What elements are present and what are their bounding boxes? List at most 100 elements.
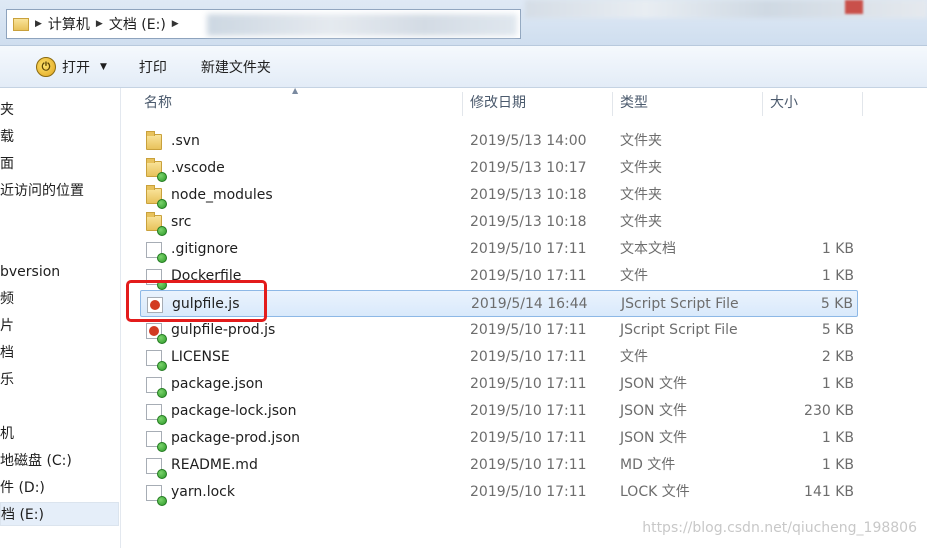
svn-status-check-icon bbox=[157, 172, 167, 182]
new-folder-button[interactable]: 新建文件夹 bbox=[189, 52, 283, 82]
column-name[interactable]: 名称 bbox=[136, 88, 462, 118]
file-icon bbox=[146, 458, 167, 479]
chevron-right-icon[interactable]: ▶ bbox=[96, 19, 103, 29]
file-row[interactable]: LICENSE 2019/5/10 17:11 文件 2 KB bbox=[140, 344, 858, 371]
open-button-label: 打开 bbox=[62, 59, 90, 76]
file-name: .svn bbox=[171, 133, 200, 149]
nav-item-music[interactable]: 乐 bbox=[0, 368, 119, 392]
file-icon bbox=[146, 404, 167, 425]
file-row[interactable]: package.json 2019/5/10 17:11 JSON 文件 1 KB bbox=[140, 371, 858, 398]
file-size: 1 KB bbox=[821, 268, 854, 284]
file-type: MD 文件 bbox=[620, 457, 676, 473]
file-type: JScript Script File bbox=[620, 322, 738, 338]
file-type: 文件夹 bbox=[620, 214, 662, 230]
print-button-label: 打印 bbox=[138, 59, 167, 76]
svn-status-check-icon bbox=[157, 496, 167, 506]
file-type: 文件夹 bbox=[620, 187, 662, 203]
close-button[interactable] bbox=[845, 0, 863, 14]
file-row[interactable]: README.md 2019/5/10 17:11 MD 文件 1 KB bbox=[140, 452, 858, 479]
file-type: 文件 bbox=[620, 268, 648, 284]
nav-item-drive-d[interactable]: 件 (D:) bbox=[0, 476, 119, 500]
file-date-modified: 2019/5/13 10:18 bbox=[470, 187, 587, 203]
file-row[interactable]: .svn 2019/5/13 14:00 文件夹 bbox=[140, 128, 858, 155]
watermark: https://blog.csdn.net/qiucheng_198806 bbox=[642, 520, 917, 536]
nav-item-downloads[interactable]: 载 bbox=[0, 125, 119, 149]
file-date-modified: 2019/5/13 10:18 bbox=[470, 214, 587, 230]
file-size: 1 KB bbox=[821, 457, 854, 473]
nav-item-computer[interactable]: 机 bbox=[0, 422, 119, 446]
address-input[interactable]: ▶ 计算机 ▶ 文档 (E:) ▶ bbox=[6, 9, 521, 39]
file-type: JSON 文件 bbox=[620, 430, 687, 446]
svn-status-check-icon bbox=[157, 388, 167, 398]
nav-item-desktop[interactable]: 面 bbox=[0, 152, 119, 176]
file-size: 5 KB bbox=[821, 322, 854, 338]
open-button[interactable]: ⏻ 打开 ▼ bbox=[24, 52, 119, 82]
file-row[interactable]: .gitignore 2019/5/10 17:11 文本文档 1 KB bbox=[140, 236, 858, 263]
caret-down-icon[interactable]: ▼ bbox=[100, 62, 107, 72]
file-icon bbox=[146, 431, 167, 452]
nav-item-recent-places[interactable]: 近访问的位置 bbox=[0, 179, 119, 203]
file-date-modified: 2019/5/10 17:11 bbox=[470, 457, 587, 473]
column-date-modified[interactable]: 修改日期 bbox=[462, 88, 612, 118]
file-date-modified: 2019/5/14 16:44 bbox=[471, 296, 588, 312]
nav-item-drive-e[interactable]: 档 (E:) bbox=[0, 502, 119, 526]
file-date-modified: 2019/5/13 14:00 bbox=[470, 133, 587, 149]
nav-item-pictures[interactable]: 片 bbox=[0, 314, 119, 338]
file-date-modified: 2019/5/10 17:11 bbox=[470, 403, 587, 419]
file-date-modified: 2019/5/10 17:11 bbox=[470, 349, 587, 365]
svn-status-check-icon bbox=[157, 361, 167, 371]
file-date-modified: 2019/5/13 10:17 bbox=[470, 160, 587, 176]
nav-item-subversion[interactable]: bversion bbox=[0, 260, 119, 284]
file-size: 1 KB bbox=[821, 430, 854, 446]
file-size: 230 KB bbox=[804, 403, 854, 419]
chevron-right-icon[interactable]: ▶ bbox=[35, 19, 42, 29]
open-with-icon: ⏻ bbox=[36, 56, 56, 77]
file-name: .vscode bbox=[171, 160, 225, 176]
folder-icon bbox=[146, 158, 167, 182]
file-date-modified: 2019/5/10 17:11 bbox=[470, 268, 587, 284]
file-type: 文件 bbox=[620, 349, 648, 365]
chevron-right-icon[interactable]: ▶ bbox=[172, 19, 179, 29]
file-row[interactable]: package-prod.json 2019/5/10 17:11 JSON 文件 1… bbox=[140, 425, 858, 452]
file-icon bbox=[146, 377, 167, 398]
print-button[interactable]: 打印 bbox=[127, 52, 179, 82]
svn-status-check-icon bbox=[157, 334, 167, 344]
file-row[interactable]: yarn.lock 2019/5/10 17:11 LOCK 文件 141 KB bbox=[140, 479, 858, 506]
file-type: JSON 文件 bbox=[620, 403, 687, 419]
nav-item-documents[interactable]: 档 bbox=[0, 341, 119, 365]
svn-status-check-icon bbox=[157, 199, 167, 209]
column-header: ▲ 名称 修改日期 类型 大小 bbox=[122, 86, 927, 118]
file-icon bbox=[146, 242, 167, 263]
file-type: 文本文档 bbox=[620, 241, 676, 257]
breadcrumb-drive-e[interactable]: 文档 (E:) bbox=[109, 14, 166, 34]
file-type: LOCK 文件 bbox=[620, 484, 690, 500]
file-name: package.json bbox=[171, 376, 264, 392]
file-name: node_modules bbox=[171, 187, 273, 203]
file-row[interactable]: node_modules 2019/5/13 10:18 文件夹 bbox=[140, 182, 858, 209]
file-name: yarn.lock bbox=[171, 484, 235, 500]
file-name: LICENSE bbox=[171, 349, 230, 365]
file-size: 1 KB bbox=[821, 241, 854, 257]
red-highlight-annotation bbox=[126, 280, 267, 322]
svn-status-check-icon bbox=[157, 469, 167, 479]
file-type: JSON 文件 bbox=[620, 376, 687, 392]
file-row[interactable]: src 2019/5/13 10:18 文件夹 bbox=[140, 209, 858, 236]
blurred-path bbox=[207, 14, 517, 36]
column-type[interactable]: 类型 bbox=[612, 88, 762, 118]
file-row[interactable]: package-lock.json 2019/5/10 17:11 JSON 文件 2… bbox=[140, 398, 858, 425]
file-type: JScript Script File bbox=[621, 296, 739, 312]
folder-icon bbox=[146, 212, 167, 236]
folder-icon bbox=[146, 131, 162, 150]
navigation-pane: 夹 载 面 近访问的位置 bversion 频 片 档 乐 机 地磁盘 (C:)… bbox=[0, 88, 121, 548]
file-size: 141 KB bbox=[804, 484, 854, 500]
file-row[interactable]: .vscode 2019/5/13 10:17 文件夹 bbox=[140, 155, 858, 182]
nav-item-videos[interactable]: 频 bbox=[0, 287, 119, 311]
nav-item-drive-c[interactable]: 地磁盘 (C:) bbox=[0, 449, 119, 473]
breadcrumb-computer[interactable]: 计算机 bbox=[48, 14, 90, 34]
column-divider[interactable] bbox=[862, 92, 863, 116]
nav-item-favorites[interactable]: 夹 bbox=[0, 98, 119, 122]
file-type: 文件夹 bbox=[620, 160, 662, 176]
file-type: 文件夹 bbox=[620, 133, 662, 149]
column-size[interactable]: 大小 bbox=[762, 88, 862, 118]
svn-status-check-icon bbox=[157, 253, 167, 263]
